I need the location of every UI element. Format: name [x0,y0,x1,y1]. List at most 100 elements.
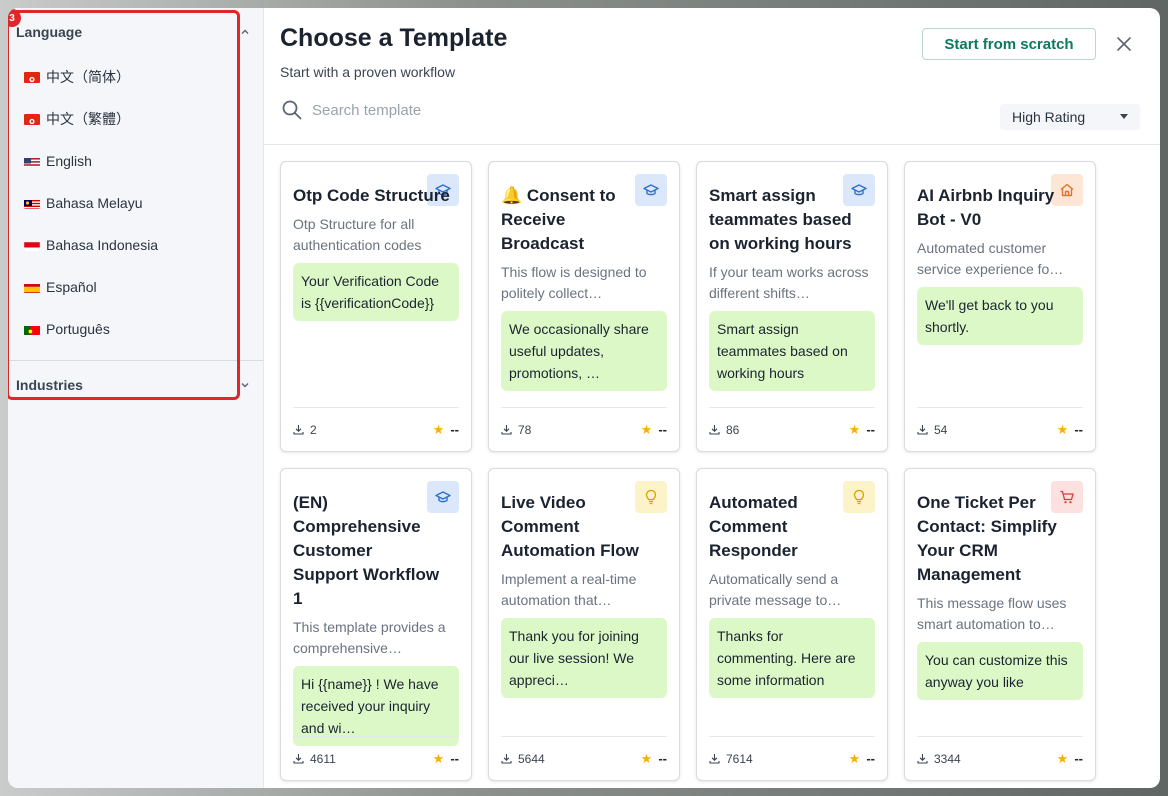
indonesia-flag-icon [24,240,40,251]
rating-value: -- [1074,751,1083,766]
language-label: Português [46,321,110,337]
rating-value: -- [866,751,875,766]
download-count: 7614 [709,752,753,766]
star-icon: ★ [432,421,445,437]
card-footer: 4611 ★ -- [293,736,459,780]
card-title: AI Airbnb Inquiry Bot - V0 [917,186,1055,229]
template-card[interactable]: Otp Code Structure Otp Structure for all… [280,161,472,452]
rating: ★ -- [849,422,875,438]
download-icon [501,425,512,435]
star-icon: ★ [640,750,653,766]
filter-sidebar: Language 中文（简体） 中文（繁體） English Bahasa Me… [8,8,264,788]
start-from-scratch-button[interactable]: Start from scratch [922,28,1096,60]
spain-flag-icon [24,282,40,293]
template-card[interactable]: Automated Comment Responder Automaticall… [696,468,888,781]
template-card[interactable]: Live Video Comment Automation Flow Imple… [488,468,680,781]
sort-selected-value: High Rating [1012,109,1086,125]
template-card[interactable]: AI Airbnb Inquiry Bot - V0 Automated cus… [904,161,1096,452]
card-description: Automatically send a private message to… [709,571,842,608]
language-section-title: Language [16,24,83,40]
download-count: 4611 [293,752,336,766]
download-count-value: 54 [934,422,948,437]
rating: ★ -- [433,422,459,438]
message-preview: Smart assign teammates based on working … [709,311,875,391]
malaysia-flag-icon [24,198,40,209]
rating: ★ -- [433,751,459,767]
card-description: This flow is designed to politely collec… [501,264,647,301]
chevron-down-icon[interactable] [239,379,251,391]
search-bar [280,98,612,122]
language-item-en[interactable]: English [8,140,263,182]
sort-dropdown[interactable]: High Rating [1000,104,1140,130]
rating-value: -- [450,751,459,766]
rating: ★ -- [641,751,667,767]
star-icon: ★ [848,750,861,766]
search-input[interactable] [312,101,612,119]
close-icon[interactable] [1114,34,1134,54]
rating: ★ -- [1057,422,1083,438]
download-count: 3344 [917,752,961,766]
rating-value: -- [658,422,667,437]
card-footer: 7614 ★ -- [709,736,875,780]
rating: ★ -- [641,422,667,438]
message-preview: We occasionally share useful updates, pr… [501,311,667,391]
card-description: Otp Structure for all authentication cod… [293,216,422,253]
card-title: One Ticket Per Contact: Simplify Your CR… [917,493,1057,584]
card-title: 🔔 Consent to Receive Broadcast [501,186,616,253]
download-count-value: 4611 [310,751,336,766]
card-title: Otp Code Structure [293,186,450,205]
card-title: (EN) Comprehensive Customer Support Work… [293,493,440,608]
star-icon: ★ [1056,750,1069,766]
language-label: English [46,153,92,169]
download-count-value: 2 [310,422,317,437]
template-card[interactable]: 🔔 Consent to Receive Broadcast This flow… [488,161,680,452]
chevron-up-icon[interactable] [239,26,251,38]
download-count: 5644 [501,752,545,766]
template-modal: Language 中文（简体） 中文（繁體） English Bahasa Me… [8,8,1160,788]
industries-section-header[interactable]: Industries [8,361,263,409]
message-preview: Thanks for commenting. Here are some inf… [709,618,875,698]
message-preview: Your Verification Code is {{verification… [293,263,459,321]
page-title: Choose a Template [280,24,508,52]
download-count: 2 [293,423,317,437]
card-title: Live Video Comment Automation Flow [501,493,639,560]
message-preview: We'll get back to you shortly. [917,287,1083,345]
language-section-header[interactable]: Language [8,8,263,56]
card-footer: 54 ★ -- [917,407,1083,451]
rating: ★ -- [1057,751,1083,767]
us-flag-icon [24,156,40,167]
language-item-es[interactable]: Español [8,266,263,308]
language-item-pt[interactable]: Português [8,308,263,350]
language-item-zh-hant[interactable]: 中文（繁體） [8,98,263,140]
message-preview: Thank you for joining our live session! … [501,618,667,698]
card-title: Smart assign teammates based on working … [709,186,852,253]
language-item-ms[interactable]: Bahasa Melayu [8,182,263,224]
language-label: 中文（繁體） [46,111,130,127]
language-label: Español [46,279,97,295]
portugal-flag-icon [24,324,40,335]
language-label: Bahasa Indonesia [46,237,159,253]
template-card[interactable]: (EN) Comprehensive Customer Support Work… [280,468,472,781]
download-icon [917,754,928,764]
message-preview: You can customize this anyway you like [917,642,1083,700]
industries-section-title: Industries [16,377,83,393]
language-item-zh-hans[interactable]: 中文（简体） [8,56,263,98]
rating: ★ -- [849,751,875,767]
message-preview: Hi {{name}} ! We have received your inqu… [293,666,459,746]
card-description: Implement a real-time automation that… [501,571,637,608]
download-count-value: 7614 [726,751,753,766]
language-item-id[interactable]: Bahasa Indonesia [8,224,263,266]
rating-value: -- [866,422,875,437]
main-content: Choose a Template Start with a proven wo… [264,8,1160,788]
template-card[interactable]: One Ticket Per Contact: Simplify Your CR… [904,468,1096,781]
download-icon [917,425,928,435]
page-subtitle: Start with a proven workflow [280,64,456,80]
star-icon: ★ [432,750,445,766]
download-count: 78 [501,423,531,437]
star-icon: ★ [1056,421,1069,437]
star-icon: ★ [848,421,861,437]
download-icon [709,754,720,764]
search-icon [280,98,304,122]
card-title: Automated Comment Responder [709,493,798,560]
template-card[interactable]: Smart assign teammates based on working … [696,161,888,452]
